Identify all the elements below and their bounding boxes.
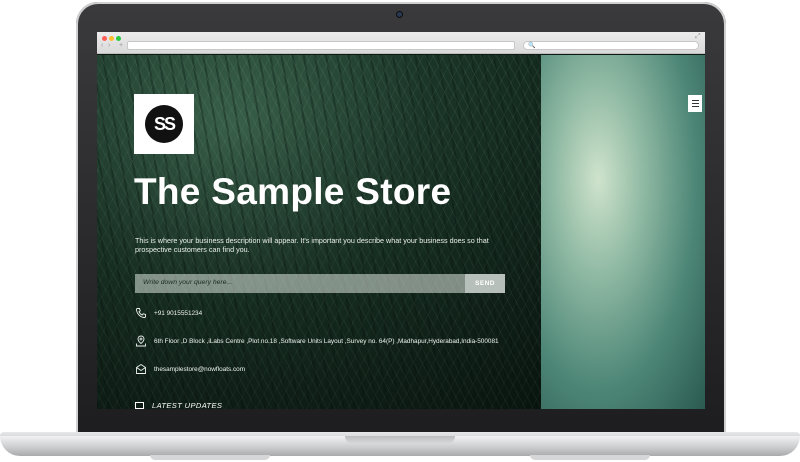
minimize-window-dot[interactable] bbox=[109, 36, 114, 41]
phone-number[interactable]: +91 9015551234 bbox=[154, 310, 202, 317]
store-address: 6th Floor ,D Block ,iLabs Centre ,Plot n… bbox=[154, 337, 499, 345]
updates-icon bbox=[135, 402, 144, 409]
close-window-dot[interactable] bbox=[102, 36, 107, 41]
forward-icon[interactable]: › bbox=[108, 42, 110, 50]
store-logo[interactable]: SS bbox=[134, 94, 194, 154]
phone-icon bbox=[136, 308, 146, 318]
email-row: thesamplestore@nowfloats.com bbox=[135, 363, 245, 375]
logo-mark: SS bbox=[145, 105, 183, 143]
store-description: This is where your business description … bbox=[135, 236, 489, 254]
laptop-notch bbox=[345, 436, 455, 444]
web-page: SS The Sample Store This is where your b… bbox=[97, 55, 705, 409]
side-panel-background bbox=[541, 55, 705, 409]
hero-grass-background: SS The Sample Store This is where your b… bbox=[97, 55, 541, 409]
laptop-foot-right bbox=[530, 455, 650, 460]
email-link[interactable]: thesamplestore@nowfloats.com bbox=[154, 366, 245, 373]
laptop-mockup: ‹ › + 🔍 ⤢ SS The Sample Store This is wh… bbox=[0, 0, 800, 462]
laptop-foot-left bbox=[150, 455, 270, 460]
send-button[interactable]: SEND bbox=[465, 274, 505, 293]
store-title: The Sample Store bbox=[134, 171, 452, 212]
latest-updates-label: LATEST UPDATES bbox=[152, 401, 223, 409]
hamburger-icon[interactable] bbox=[688, 95, 702, 112]
address-row: 6th Floor ,D Block ,iLabs Centre ,Plot n… bbox=[135, 335, 499, 347]
browser-chrome: ‹ › + 🔍 ⤢ bbox=[97, 32, 705, 54]
address-bar[interactable] bbox=[127, 41, 515, 50]
webcam bbox=[396, 11, 403, 18]
map-pin-icon bbox=[136, 335, 146, 347]
maximize-window-dot[interactable] bbox=[116, 36, 121, 41]
reload-icon[interactable]: + bbox=[119, 42, 123, 50]
laptop-screen: ‹ › + 🔍 ⤢ SS The Sample Store This is wh… bbox=[97, 32, 705, 409]
email-icon bbox=[136, 363, 146, 374]
menu-lines bbox=[691, 100, 699, 107]
latest-updates[interactable]: LATEST UPDATES bbox=[135, 401, 222, 409]
browser-search-field[interactable]: 🔍 bbox=[523, 41, 699, 50]
phone-row: +91 9015551234 bbox=[135, 307, 202, 319]
query-input[interactable]: Write down your query here... bbox=[135, 274, 465, 293]
back-icon[interactable]: ‹ bbox=[101, 42, 103, 50]
query-placeholder: Write down your query here... bbox=[143, 279, 233, 286]
search-icon: 🔍 bbox=[528, 43, 536, 49]
fullscreen-icon[interactable]: ⤢ bbox=[695, 33, 701, 41]
